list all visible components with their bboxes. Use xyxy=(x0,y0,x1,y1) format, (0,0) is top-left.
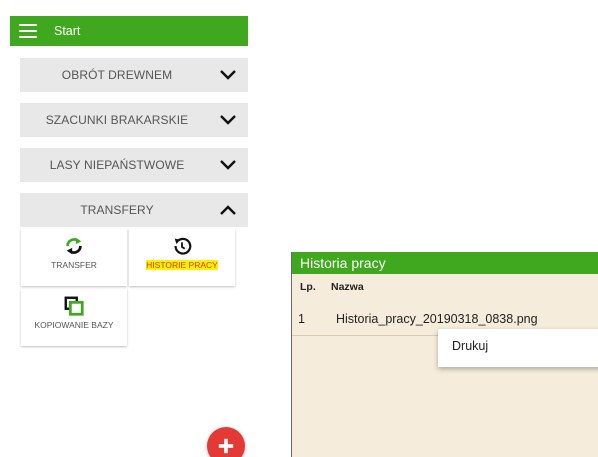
add-fab-button[interactable] xyxy=(207,427,245,457)
tile-kopiowanie-bazy[interactable]: KOPIOWANIE BAZY xyxy=(21,289,127,346)
history-screen: Historia pracy Lp. Nazwa 1 Historia_prac… xyxy=(291,252,598,457)
history-title: Historia pracy xyxy=(292,252,598,274)
column-lp: Lp. xyxy=(300,281,316,293)
print-menu-item[interactable]: Drukuj xyxy=(452,339,488,353)
app-bar: Start xyxy=(10,16,248,46)
tile-transfer[interactable]: TRANSFER xyxy=(21,229,127,286)
history-icon xyxy=(171,235,193,257)
chevron-down-icon xyxy=(208,103,248,137)
tile-historie-pracy[interactable]: HISTORIE PRACY xyxy=(129,229,235,286)
row-number: 1 xyxy=(298,312,305,326)
section-label: SZACUNKI BRAKARSKIE xyxy=(45,113,189,127)
tile-label: TRANSFER xyxy=(51,260,97,270)
section-lasy-niepanstwowe[interactable]: LASY NIEPAŃSTWOWE xyxy=(20,148,248,182)
copy-icon xyxy=(63,295,85,317)
row-file-name: Historia_pracy_20190318_0838.png xyxy=(336,312,538,326)
context-menu: Drukuj xyxy=(438,329,598,367)
section-label: LASY NIEPAŃSTWOWE xyxy=(49,158,185,172)
section-label: TRANSFERY xyxy=(80,203,154,217)
start-screen: Start OBRÓT DREWNEM SZACUNKI BRAKARSKIE … xyxy=(10,16,248,457)
chevron-down-icon xyxy=(208,58,248,92)
tile-label-highlighted: HISTORIE PRACY xyxy=(146,260,218,270)
plus-icon xyxy=(218,438,234,454)
column-name: Nazwa xyxy=(331,281,364,293)
app-title: Start xyxy=(54,24,81,38)
chevron-down-icon xyxy=(208,148,248,182)
section-szacunki-brakarskie[interactable]: SZACUNKI BRAKARSKIE xyxy=(20,103,248,137)
chevron-up-icon xyxy=(208,193,248,227)
hamburger-menu-icon[interactable] xyxy=(19,24,37,38)
section-obrot-drewnem[interactable]: OBRÓT DREWNEM xyxy=(20,58,248,92)
tile-label: KOPIOWANIE BAZY xyxy=(34,320,114,330)
section-transfery[interactable]: TRANSFERY xyxy=(20,193,248,227)
sync-icon xyxy=(63,235,85,257)
section-label: OBRÓT DREWNEM xyxy=(61,68,173,82)
